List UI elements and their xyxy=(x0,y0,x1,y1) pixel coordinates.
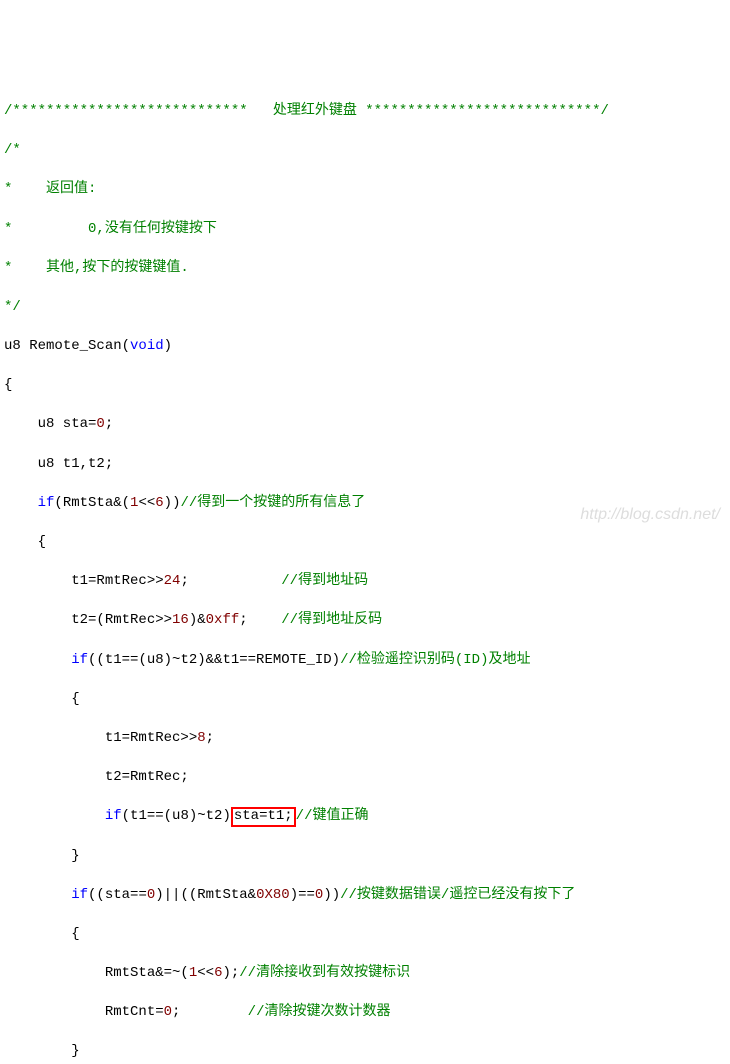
brace: } xyxy=(4,847,726,867)
comment-line: * 返回值: xyxy=(4,180,726,200)
comment-header: /**************************** 处理红外键盘 ***… xyxy=(4,102,726,122)
statement: t1=RmtRec>>24; //得到地址码 xyxy=(4,572,726,592)
declaration: u8 t1,t2; xyxy=(4,455,726,475)
statement: RmtCnt=0; //清除按键次数计数器 xyxy=(4,1003,726,1023)
brace: { xyxy=(4,376,726,396)
function-signature: u8 Remote_Scan(void) xyxy=(4,337,726,357)
statement: t2=(RmtRec>>16)&0xff; //得到地址反码 xyxy=(4,611,726,631)
if-statement: if(t1==(u8)~t2)sta=t1;//键值正确 xyxy=(4,807,726,827)
brace: } xyxy=(4,1042,726,1062)
comment-line: * 0,没有任何按键按下 xyxy=(4,220,726,240)
brace: { xyxy=(4,533,726,553)
if-statement: if((sta==0)||((RmtSta&0X80)==0))//按键数据错误… xyxy=(4,886,726,906)
highlighted-code: sta=t1; xyxy=(231,807,296,826)
brace: { xyxy=(4,925,726,945)
comment-line: /* xyxy=(4,141,726,161)
code-block: /**************************** 处理红外键盘 ***… xyxy=(4,82,726,1064)
if-statement: if((t1==(u8)~t2)&&t1==REMOTE_ID)//检验遥控识别… xyxy=(4,651,726,671)
declaration: u8 sta=0; xyxy=(4,415,726,435)
brace: { xyxy=(4,690,726,710)
statement: RmtSta&=~(1<<6);//清除接收到有效按键标识 xyxy=(4,964,726,984)
watermark-text: http://blog.csdn.net/ xyxy=(580,504,720,526)
statement: t2=RmtRec; xyxy=(4,768,726,788)
comment-line: * 其他,按下的按键键值. xyxy=(4,259,726,279)
statement: t1=RmtRec>>8; xyxy=(4,729,726,749)
comment-line: */ xyxy=(4,298,726,318)
